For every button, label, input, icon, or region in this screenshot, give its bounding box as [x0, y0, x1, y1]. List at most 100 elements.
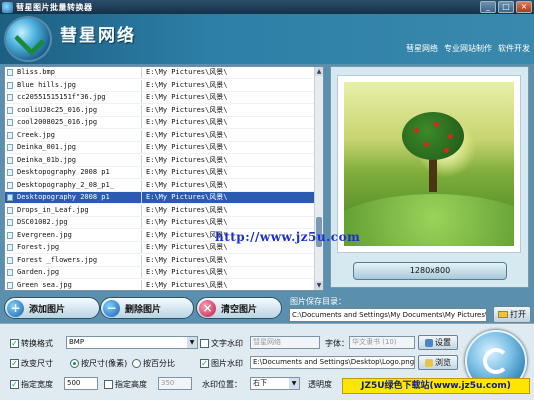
- watermark-position-value: 右下: [253, 379, 267, 387]
- file-name: Deinka_01b.jpg: [17, 155, 77, 164]
- photo-apple: [448, 134, 453, 139]
- checkbox-box: [200, 339, 209, 348]
- file-path: E:\My Pictures\风景\: [146, 268, 228, 276]
- height-input[interactable]: 350: [158, 377, 192, 390]
- download-site-badge: JZ5U绿色下载站(www.jz5u.com): [342, 378, 530, 394]
- file-row[interactable]: Desktopography 2008 p1 E:\My Pictures\风景\: [5, 167, 316, 179]
- file-name: Blue hills.jpg: [17, 80, 77, 89]
- width-input[interactable]: 500: [64, 377, 98, 390]
- file-row[interactable]: Desktopography_2_08_p1_ E:\My Pictures\风景…: [5, 179, 316, 192]
- link-software-dev[interactable]: 软件开发: [498, 43, 530, 54]
- file-name: Garden.jpg: [17, 268, 60, 276]
- image-file-icon: [5, 180, 15, 191]
- clear-x-icon: ×: [199, 299, 216, 317]
- convert-format-checkbox[interactable]: ✓ 转换格式: [10, 338, 53, 349]
- image-file-icon: [5, 255, 15, 266]
- checkbox-box: [104, 380, 113, 389]
- file-row[interactable]: cooliUJ8c25_016.jpg E:\My Pictures\风景\: [5, 104, 316, 117]
- file-row[interactable]: Creek.jpg E:\My Pictures\风景\: [5, 129, 316, 142]
- image-file-icon: [5, 205, 15, 216]
- image-file-icon: [5, 142, 15, 153]
- file-row[interactable]: Forest _flowers.jpg E:\My Pictures\风景\: [5, 254, 316, 267]
- file-path: E:\My Pictures\风景\: [146, 193, 228, 201]
- photo-apple: [434, 122, 439, 127]
- file-row[interactable]: Desktopography 2008 p1 E:\My Pictures\风景\: [5, 192, 316, 204]
- resize-by-pixels-radio[interactable]: 按尺寸(像素): [70, 358, 127, 369]
- banner-links: 彗星网络 专业网站制作 软件开发: [406, 43, 530, 54]
- file-row[interactable]: Garden.jpg E:\My Pictures\风景\: [5, 267, 316, 279]
- convert-format-value: BMP: [69, 338, 85, 346]
- convert-format-select[interactable]: BMP ▼: [66, 336, 198, 349]
- preview-mat: [337, 75, 521, 253]
- font-settings-button[interactable]: 设置: [418, 335, 458, 350]
- file-row[interactable]: Drops_in_Leaf.jpg E:\My Pictures\风景\: [5, 204, 316, 217]
- gear-icon: [425, 338, 433, 347]
- maximize-button[interactable]: □: [498, 1, 514, 13]
- scroll-down-icon[interactable]: ▼: [315, 281, 323, 290]
- open-folder-label: 打开: [510, 310, 526, 319]
- file-path: E:\My Pictures\风景\: [146, 143, 228, 151]
- app-icon: [2, 1, 13, 13]
- browse-button[interactable]: 浏览: [418, 355, 458, 370]
- close-button[interactable]: ×: [516, 1, 532, 13]
- save-dir-input[interactable]: C:\Documents and Settings\My Documents\M…: [289, 308, 487, 322]
- file-path: E:\My Pictures\风景\: [146, 205, 228, 214]
- width-label: 指定宽度: [21, 380, 53, 389]
- file-row[interactable]: Blue hills.jpg E:\My Pictures\风景\: [5, 79, 316, 92]
- file-row[interactable]: Deinka_001.jpg E:\My Pictures\风景\: [5, 142, 316, 154]
- image-watermark-path-input[interactable]: E:\Documents and Settings\Desktop\Logo.p…: [250, 356, 415, 369]
- clear-images-button[interactable]: × 清空图片: [196, 297, 282, 319]
- resize-by-percent-radio[interactable]: 按百分比: [132, 358, 175, 369]
- checkbox-box: ✓: [10, 380, 19, 389]
- font-settings-label: 设置: [435, 338, 451, 347]
- height-checkbox[interactable]: 指定高度: [104, 379, 147, 390]
- chevron-down-icon[interactable]: ▼: [289, 378, 299, 389]
- file-row[interactable]: Green sea.jpg E:\My Pictures\风景\: [5, 279, 316, 290]
- scroll-up-icon[interactable]: ▲: [315, 67, 323, 76]
- photo-apple: [444, 148, 449, 153]
- minimize-button[interactable]: _: [480, 1, 496, 13]
- file-name: Forest _flowers.jpg: [17, 255, 98, 264]
- window-title: 彗星图片批量转换器: [16, 2, 93, 12]
- globe-logo-icon: [6, 18, 50, 60]
- watermark-position-label: 水印位置：: [202, 380, 242, 389]
- file-list[interactable]: Bliss.bmp E:\My Pictures\风景\ Blue hills.jp…: [4, 66, 324, 291]
- file-row[interactable]: DSC01082.jpg E:\My Pictures\风景\: [5, 217, 316, 229]
- vertical-scrollbar[interactable]: ▲ ▼: [314, 67, 323, 290]
- add-images-button[interactable]: + 添加图片: [4, 297, 100, 319]
- file-name: Forest.jpg: [17, 243, 60, 251]
- file-row[interactable]: Deinka_01b.jpg E:\My Pictures\风景\: [5, 154, 316, 167]
- image-size-display: 1280x800: [353, 262, 507, 280]
- browse-label: 浏览: [435, 358, 451, 367]
- file-path: E:\My Pictures\风景\: [146, 280, 228, 289]
- opacity-label: 透明度: [308, 380, 332, 389]
- image-file-icon: [5, 267, 15, 278]
- link-home[interactable]: 彗星网络: [406, 43, 438, 54]
- image-file-icon: [5, 117, 15, 128]
- file-name: cool2008025_016.jpg: [17, 118, 98, 126]
- image-file-icon: [5, 92, 15, 103]
- clear-images-label: 清空图片: [221, 304, 258, 315]
- file-path: E:\My Pictures\风景\: [146, 130, 228, 139]
- text-watermark-checkbox[interactable]: 文字水印: [200, 338, 243, 349]
- image-watermark-checkbox[interactable]: ✓ 图片水印: [200, 358, 243, 369]
- link-web-design[interactable]: 专业网站制作: [444, 43, 492, 54]
- image-file-icon: [5, 217, 15, 228]
- resize-checkbox[interactable]: ✓ 改变尺寸: [10, 358, 53, 369]
- remove-image-button[interactable]: − 删除图片: [100, 297, 194, 319]
- file-row[interactable]: cc20551515151f"36.jpg E:\My Pictures\风景\: [5, 92, 316, 104]
- open-folder-button[interactable]: 打开: [493, 306, 531, 323]
- resize-by-pixels-label: 按尺寸(像素): [81, 359, 128, 368]
- file-row[interactable]: Bliss.bmp E:\My Pictures\风景\: [5, 67, 316, 79]
- chevron-down-icon[interactable]: ▼: [187, 337, 197, 348]
- font-input[interactable]: 华文隶书 (10): [349, 336, 415, 349]
- image-watermark-label: 图片水印: [211, 359, 243, 368]
- folder-icon: [498, 311, 508, 318]
- file-name: Creek.jpg: [17, 130, 55, 139]
- file-path: E:\My Pictures\风景\: [146, 180, 228, 189]
- width-checkbox[interactable]: ✓ 指定宽度: [10, 379, 53, 390]
- text-watermark-input[interactable]: 彗星网络: [250, 336, 320, 349]
- watermark-position-select[interactable]: 右下 ▼: [250, 377, 300, 390]
- file-name: cooliUJ8c25_016.jpg: [17, 105, 98, 114]
- file-row[interactable]: cool2008025_016.jpg E:\My Pictures\风景\: [5, 117, 316, 129]
